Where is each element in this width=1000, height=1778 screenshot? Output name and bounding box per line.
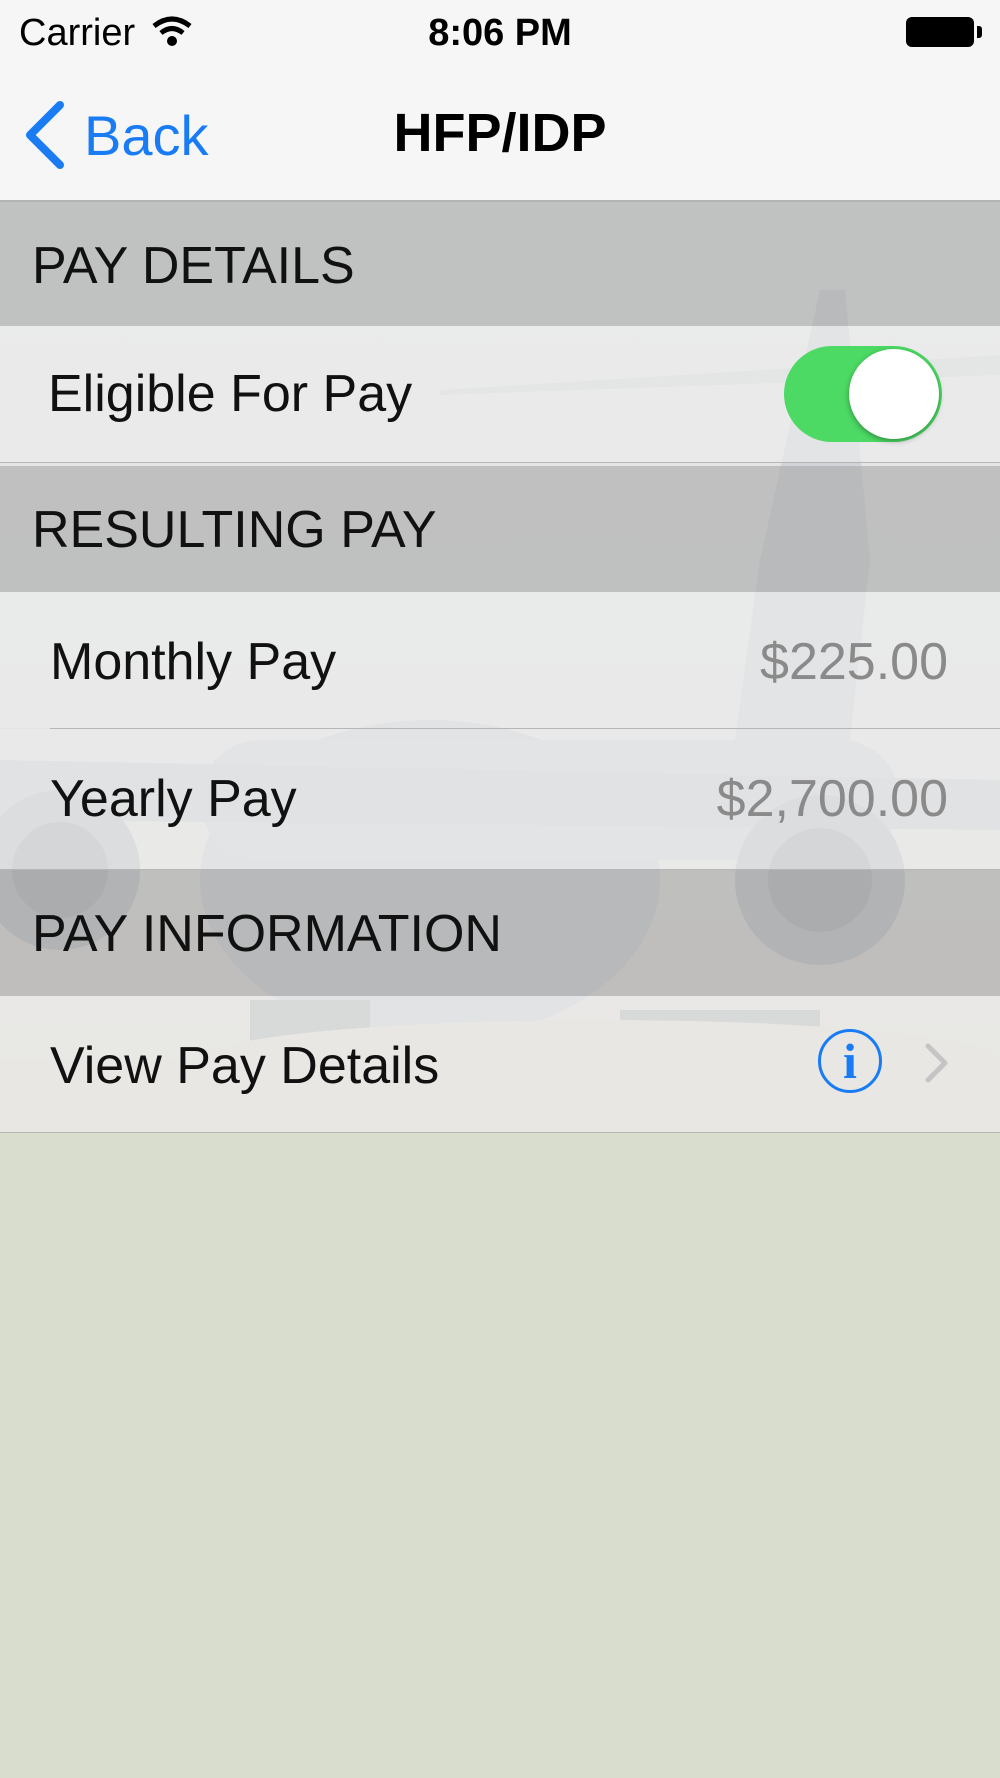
chevron-right-icon [925,1043,948,1083]
battery-tip [977,26,982,38]
section-title: PAY DETAILS [32,237,355,295]
status-time: 8:06 PM [428,12,572,54]
divider [0,462,1000,463]
section-header-pay-information: PAY INFORMATION [0,870,1000,996]
eligible-for-pay-toggle[interactable] [784,346,942,442]
navigation-bar: Back HFP/IDP [0,66,1000,202]
battery-icon [906,17,974,47]
monthly-pay-value: $225.00 [760,633,948,691]
yearly-pay-label: Yearly Pay [50,770,297,828]
divider [0,1132,1000,1133]
info-icon[interactable]: i [818,1029,882,1093]
page-title: HFP/IDP [393,103,607,163]
monthly-pay-label: Monthly Pay [50,633,337,691]
view-pay-details-label: View Pay Details [50,1037,440,1095]
section-header-resulting-pay: RESULTING PAY [0,466,1000,592]
yearly-pay-row: Yearly Pay $2,700.00 [0,729,1000,869]
eligible-for-pay-label: Eligible For Pay [48,365,413,423]
toggle-knob [849,349,939,439]
monthly-pay-row: Monthly Pay $225.00 [0,592,1000,728]
yearly-pay-value: $2,700.00 [716,770,948,828]
section-title: RESULTING PAY [32,501,437,559]
section-title: PAY INFORMATION [32,905,502,963]
section-header-pay-details: PAY DETAILS [0,202,1000,326]
status-bar: Carrier 8:06 PM [0,0,1000,66]
